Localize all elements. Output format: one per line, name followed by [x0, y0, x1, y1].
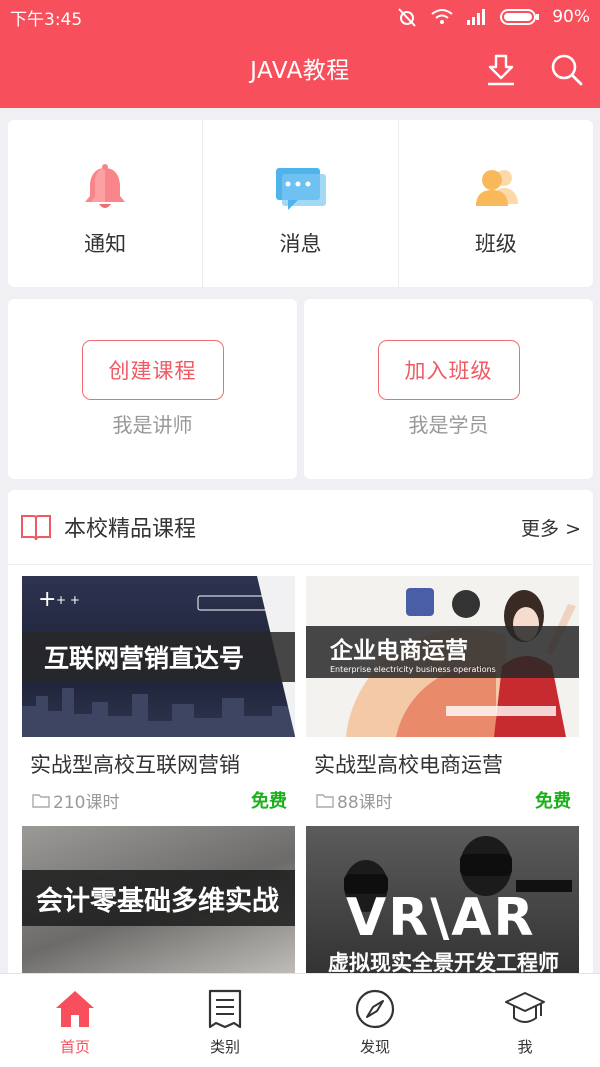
list-icon: [208, 989, 242, 1029]
thumb-title: 互联网营销直达号: [22, 632, 295, 682]
course-hours: 88课时: [337, 792, 393, 813]
teacher-card: 创建课程 我是讲师: [8, 299, 297, 479]
signal-icon: [466, 8, 488, 26]
course-thumbnail: VR\AR 虚拟现实全景开发工程师: [306, 826, 579, 987]
folder-icon: [32, 793, 50, 808]
join-class-button[interactable]: 加入班级: [377, 340, 520, 400]
course-title: 实战型高校电商运营: [314, 753, 503, 777]
folder-icon: [316, 793, 334, 808]
course-price: 免费: [251, 791, 287, 812]
section-header: 本校精品课程 更多 >: [8, 490, 593, 565]
thumb-title: 会计零基础多维实战: [22, 870, 295, 926]
featured-courses: 本校精品课程 更多 > + + + 互联网营销直达号 实战型高校互联网营销 21…: [8, 490, 593, 990]
quick-actions: 通知 消息 班级: [8, 120, 593, 287]
search-icon: [551, 54, 583, 86]
bottom-tabbar: 首页 类别 发现 我: [0, 973, 600, 1067]
battery-percent: 90%: [552, 7, 590, 27]
thumb-title: VR\AR: [346, 888, 536, 948]
search-button[interactable]: [548, 52, 584, 88]
battery-icon: [500, 8, 540, 26]
student-card: 加入班级 我是学员: [304, 299, 593, 479]
section-title: 本校精品课程: [64, 517, 197, 542]
tab-label: 发现: [359, 1038, 390, 1056]
status-bar: 下午3:45 90%: [0, 0, 600, 34]
download-button[interactable]: [483, 52, 519, 88]
bell-icon: [85, 164, 126, 208]
book-icon: [21, 515, 51, 541]
course-card[interactable]: 会计零基础多维实战: [22, 826, 295, 987]
users-icon: [475, 170, 518, 206]
course-title: 实战型高校互联网营销: [30, 753, 240, 777]
more-link[interactable]: 更多 >: [521, 514, 581, 541]
mute-alarm-icon: [396, 6, 418, 28]
thumb-banner: 企业电商运营 Enterprise electricity business o…: [306, 626, 579, 678]
course-thumbnail: 会计零基础多维实战: [22, 826, 295, 987]
course-meta: 210课时 免费: [32, 787, 287, 813]
course-thumbnail: 企业电商运营 Enterprise electricity business o…: [306, 576, 579, 737]
course-card[interactable]: + + + 互联网营销直达号 实战型高校互联网营销 210课时 免费: [22, 576, 295, 813]
course-thumbnail: + + + 互联网营销直达号: [22, 576, 295, 737]
quick-label: 消息: [279, 232, 322, 256]
quick-item-class[interactable]: 班级: [399, 120, 593, 287]
thumb-subtitle: Enterprise electricity business operatio…: [330, 664, 496, 674]
svg-text:+ +: + +: [56, 593, 80, 607]
chat-icon: [276, 168, 327, 210]
quick-label: 通知: [84, 232, 127, 256]
download-icon: [488, 54, 514, 86]
tab-label: 首页: [59, 1038, 90, 1056]
course-card[interactable]: VR\AR 虚拟现实全景开发工程师: [306, 826, 579, 987]
status-time: 下午3:45: [10, 9, 83, 30]
course-hours: 210课时: [53, 792, 120, 813]
compass-icon: [355, 989, 395, 1029]
student-label: 我是学员: [408, 413, 489, 437]
home-icon: [56, 991, 94, 1027]
quick-label: 班级: [474, 232, 517, 256]
course-meta: 88课时 免费: [316, 787, 571, 813]
tab-me[interactable]: 我: [450, 974, 600, 1067]
quick-item-messages[interactable]: 消息: [203, 120, 399, 287]
thumb-title: 企业电商运营: [330, 637, 468, 664]
tab-categories[interactable]: 类别: [150, 974, 300, 1067]
quick-item-notice[interactable]: 通知: [8, 120, 204, 287]
graduation-cap-icon: [505, 992, 545, 1023]
tab-discover[interactable]: 发现: [300, 974, 450, 1067]
course-price: 免费: [535, 791, 571, 812]
svg-text:+: +: [38, 587, 56, 612]
tab-label: 我: [517, 1038, 533, 1056]
tab-label: 类别: [209, 1038, 240, 1056]
wifi-icon: [430, 7, 454, 27]
app-header: JAVA教程: [0, 34, 600, 108]
tab-home[interactable]: 首页: [0, 974, 150, 1067]
teacher-label: 我是讲师: [112, 413, 193, 437]
create-course-button[interactable]: 创建课程: [81, 340, 224, 400]
course-card[interactable]: 企业电商运营 Enterprise electricity business o…: [306, 576, 579, 813]
